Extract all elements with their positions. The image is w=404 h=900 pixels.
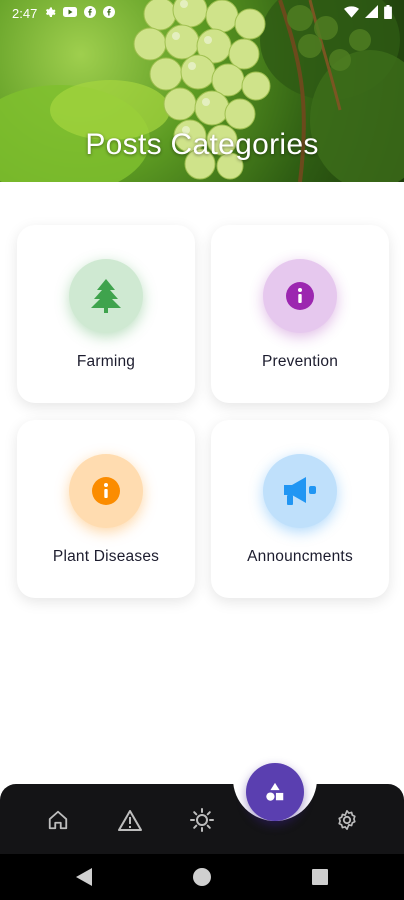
info-icon	[286, 282, 314, 310]
category-card-announcements[interactable]: Announcments	[211, 420, 389, 598]
category-card-farming[interactable]: Farming	[17, 225, 195, 403]
megaphone-icon	[284, 477, 316, 505]
status-bar: 2:47	[0, 0, 404, 26]
system-recents-button[interactable]	[310, 867, 330, 887]
announcements-icon-bubble	[263, 454, 337, 528]
settings-gear-icon	[44, 6, 56, 21]
categories-fab-button[interactable]	[246, 763, 304, 821]
system-navigation-bar	[0, 854, 404, 900]
home-icon	[48, 810, 68, 830]
settings-icon	[338, 810, 356, 830]
status-time: 2:47	[12, 5, 38, 21]
header-banner: Posts Categories	[0, 0, 404, 182]
bottom-navigation-bar	[0, 784, 404, 854]
recents-icon	[312, 869, 328, 885]
back-icon	[76, 868, 92, 886]
youtube-icon	[63, 6, 78, 21]
nav-settings[interactable]	[333, 806, 361, 834]
system-home-button[interactable]	[192, 867, 212, 887]
nav-warning[interactable]	[116, 806, 144, 834]
screen: Posts Categories 2:47 Farming Prevention…	[0, 0, 404, 900]
shapes-icon	[266, 782, 284, 801]
tree-icon	[91, 279, 121, 313]
sun-icon	[190, 808, 214, 832]
facebook-icon	[84, 5, 97, 21]
home-circle-icon	[193, 868, 211, 886]
warning-icon	[118, 810, 142, 831]
battery-icon	[384, 4, 392, 22]
category-card-prevention[interactable]: Prevention	[211, 225, 389, 403]
category-label: Plant Diseases	[52, 548, 160, 565]
plant-diseases-icon-bubble	[69, 454, 143, 528]
category-label: Announcments	[247, 548, 353, 565]
prevention-icon-bubble	[263, 259, 337, 333]
wifi-icon	[344, 5, 359, 21]
category-label: Prevention	[261, 353, 339, 370]
signal-icon	[365, 5, 378, 21]
system-back-button[interactable]	[74, 867, 94, 887]
category-label: Farming	[76, 353, 136, 370]
info-icon	[92, 477, 120, 505]
nav-home[interactable]	[44, 806, 72, 834]
nav-weather[interactable]	[188, 806, 216, 834]
facebook-icon	[103, 5, 116, 21]
farming-icon-bubble	[69, 259, 143, 333]
category-card-plant-diseases[interactable]: Plant Diseases	[17, 420, 195, 598]
page-title: Posts Categories	[85, 128, 319, 161]
